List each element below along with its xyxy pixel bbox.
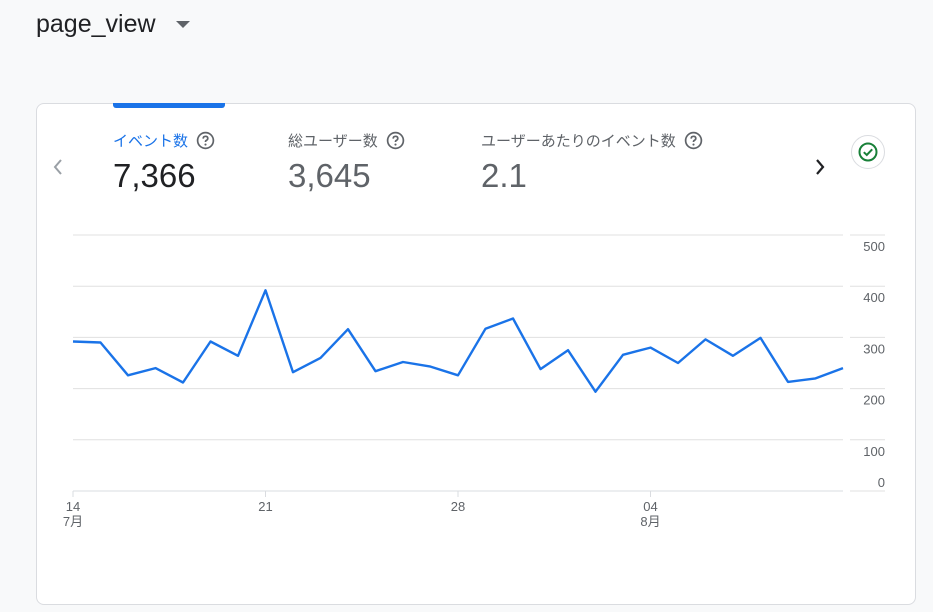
x-tick-label: 21 <box>258 499 272 514</box>
x-tick-label: 14 <box>66 499 80 514</box>
y-tick-label: 200 <box>863 393 885 408</box>
x-tick-month-label: 7月 <box>63 514 83 529</box>
x-tick-month-label: 8月 <box>640 514 660 529</box>
y-tick-label: 100 <box>863 444 885 459</box>
x-tick-label: 04 <box>643 499 657 514</box>
x-tick-label: 28 <box>451 499 465 514</box>
line-chart: 500 400 300 200 100 0 147月 21 28 048月 <box>63 234 885 529</box>
series-line <box>72 289 844 393</box>
y-tick-label: 400 <box>863 290 885 305</box>
y-tick-label: 500 <box>863 239 885 254</box>
y-tick-label: 0 <box>878 475 885 490</box>
y-tick-label: 300 <box>863 341 885 356</box>
